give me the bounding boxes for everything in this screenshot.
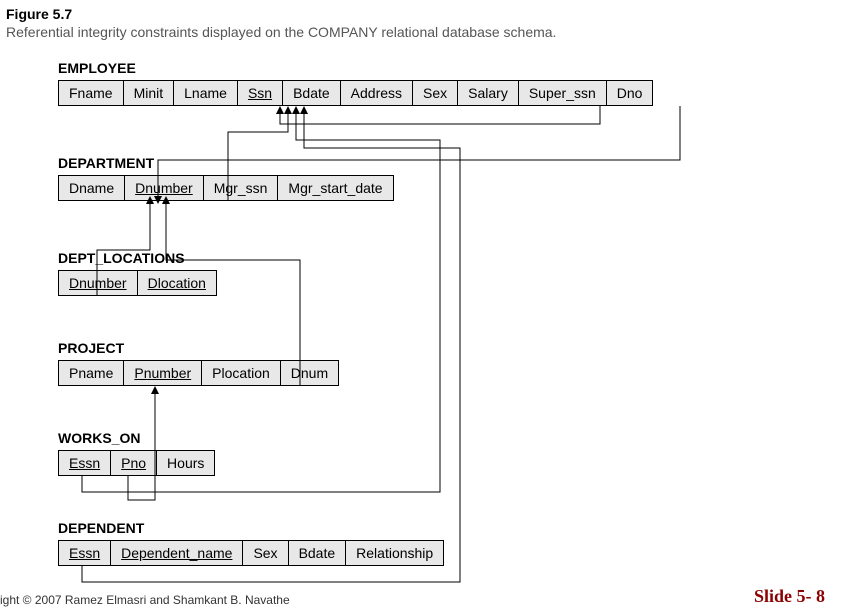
col-employee-address: Address (340, 80, 413, 106)
col-employee-lname: Lname (173, 80, 238, 106)
table-name-department: DEPARTMENT (58, 155, 394, 171)
col-department-dnumber: Dnumber (124, 175, 204, 201)
col-employee-sex: Sex (412, 80, 458, 106)
footer-copyright: ight © 2007 Ramez Elmasri and Shamkant B… (0, 593, 290, 607)
col-dependent-bdate: Bdate (288, 540, 347, 566)
col-department-dname: Dname (58, 175, 125, 201)
col-employee-ssn: Ssn (237, 80, 283, 106)
table-name-employee: EMPLOYEE (58, 60, 653, 76)
table-dept-locations: DEPT_LOCATIONS Dnumber Dlocation (58, 250, 217, 296)
col-project-pname: Pname (58, 360, 124, 386)
col-dept-locations-dlocation: Dlocation (137, 270, 217, 296)
col-employee-bdate: Bdate (282, 80, 341, 106)
table-name-works-on: WORKS_ON (58, 430, 215, 446)
col-employee-super-ssn: Super_ssn (518, 80, 607, 106)
col-employee-dno: Dno (606, 80, 654, 106)
slide-number: Slide 5- 8 (754, 586, 825, 607)
table-name-project: PROJECT (58, 340, 339, 356)
col-project-dnum: Dnum (280, 360, 339, 386)
col-works-on-hours: Hours (156, 450, 215, 476)
figure-title: Figure 5.7 (6, 6, 72, 22)
arrow-super-ssn-to-ssn (280, 106, 600, 124)
col-department-mgr-start-date: Mgr_start_date (277, 175, 393, 201)
col-dept-locations-dnumber: Dnumber (58, 270, 138, 296)
col-department-mgr-ssn: Mgr_ssn (203, 175, 279, 201)
col-dependent-relationship: Relationship (345, 540, 444, 566)
col-project-plocation: Plocation (201, 360, 281, 386)
table-department: DEPARTMENT Dname Dnumber Mgr_ssn Mgr_sta… (58, 155, 394, 201)
col-employee-salary: Salary (457, 80, 519, 106)
table-employee: EMPLOYEE Fname Minit Lname Ssn Bdate Add… (58, 60, 653, 106)
table-project: PROJECT Pname Pnumber Plocation Dnum (58, 340, 339, 386)
col-project-pnumber: Pnumber (123, 360, 202, 386)
col-works-on-essn: Essn (58, 450, 111, 476)
col-employee-minit: Minit (123, 80, 175, 106)
col-employee-fname: Fname (58, 80, 124, 106)
col-dependent-name: Dependent_name (110, 540, 243, 566)
table-name-dept-locations: DEPT_LOCATIONS (58, 250, 217, 266)
col-dependent-essn: Essn (58, 540, 111, 566)
table-name-dependent: DEPENDENT (58, 520, 444, 536)
figure-caption: Referential integrity constraints displa… (6, 24, 556, 40)
table-dependent: DEPENDENT Essn Dependent_name Sex Bdate … (58, 520, 444, 566)
table-works-on: WORKS_ON Essn Pno Hours (58, 430, 215, 476)
col-works-on-pno: Pno (110, 450, 157, 476)
col-dependent-sex: Sex (242, 540, 288, 566)
